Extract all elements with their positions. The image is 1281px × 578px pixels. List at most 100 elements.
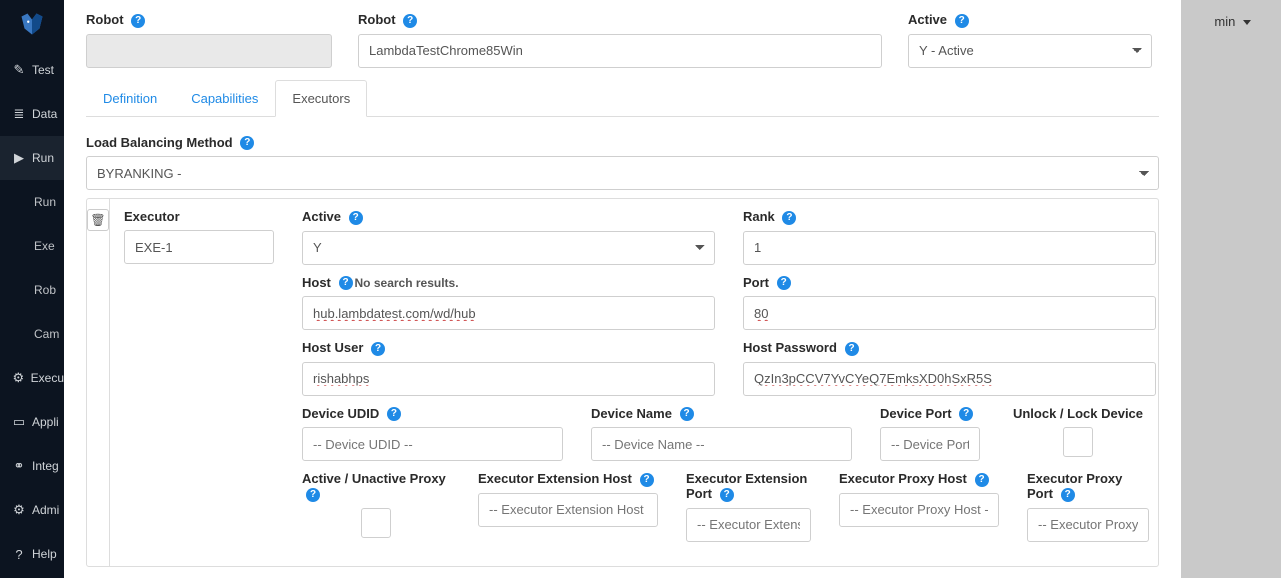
- nav-integrations[interactable]: ⚭ Integ: [0, 444, 64, 488]
- gear-icon: ⚙: [12, 370, 25, 386]
- nav-label: Admi: [32, 503, 59, 517]
- help-icon: ?: [12, 547, 26, 562]
- rank-label: Rank ?: [743, 209, 1156, 225]
- exec-active-label: Active ?: [302, 209, 715, 225]
- tab-definition[interactable]: Definition: [86, 80, 174, 116]
- wolf-logo-icon: [17, 9, 47, 39]
- exec-active-select[interactable]: Y: [302, 231, 715, 265]
- robot1-label: Robot ?: [86, 12, 332, 28]
- robot2-input[interactable]: [358, 34, 882, 68]
- help-icon[interactable]: ?: [959, 407, 973, 421]
- nav-label: Test: [32, 63, 54, 77]
- robot2-label: Robot ?: [358, 12, 882, 28]
- tab-capabilities[interactable]: Capabilities: [174, 80, 275, 116]
- executor-input[interactable]: [124, 230, 274, 264]
- tab-executors[interactable]: Executors: [275, 80, 367, 117]
- help-icon[interactable]: ?: [680, 407, 694, 421]
- nav-run-sub-rob[interactable]: Rob: [0, 268, 64, 312]
- nav-applications[interactable]: ▭ Appli: [0, 400, 64, 444]
- help-icon[interactable]: ?: [131, 14, 145, 28]
- nav-label: Appli: [32, 415, 59, 429]
- unlock-label: Unlock / Lock Device: [1013, 406, 1143, 421]
- nav-help[interactable]: ? Help: [0, 532, 64, 576]
- help-icon[interactable]: ?: [720, 488, 734, 502]
- unlock-checkbox[interactable]: [1063, 427, 1093, 457]
- hostuser-input[interactable]: [302, 362, 715, 396]
- user-menu[interactable]: min: [1214, 14, 1251, 29]
- nav-run-sub-run[interactable]: Run: [0, 180, 64, 224]
- nav-label: Help: [32, 547, 57, 561]
- pxhost-label: Executor Proxy Host ?: [839, 471, 999, 487]
- nav-admin[interactable]: ⚙ Admi: [0, 488, 64, 532]
- help-icon[interactable]: ?: [640, 473, 654, 487]
- help-icon[interactable]: ?: [845, 342, 859, 356]
- play-icon: ▶: [12, 150, 26, 166]
- user-menu-label: min: [1214, 14, 1235, 29]
- devname-label: Device Name ?: [591, 406, 852, 422]
- help-icon[interactable]: ?: [1061, 488, 1075, 502]
- modal-panel: Robot ? Robot ? Active ? Y - Active Defi…: [64, 0, 1181, 578]
- edit-icon: ✎: [12, 62, 26, 78]
- help-icon[interactable]: ?: [240, 136, 254, 150]
- help-icon[interactable]: ?: [371, 342, 385, 356]
- pxport-input[interactable]: [1027, 508, 1149, 542]
- hostpwd-label: Host Password ?: [743, 340, 1156, 356]
- hostpwd-input[interactable]: [743, 362, 1156, 396]
- help-icon[interactable]: ?: [955, 14, 969, 28]
- sidebar: ✎ Test ≣ Data ▶ Run Run Exe Rob Cam ⚙ Ex…: [0, 0, 64, 578]
- port-input[interactable]: [743, 296, 1156, 330]
- devport-input[interactable]: [880, 427, 980, 461]
- nav-label: Data: [32, 107, 57, 121]
- nav-label: Execu: [31, 371, 64, 385]
- port-label: Port ?: [743, 275, 1156, 291]
- cogs-icon: ⚙: [12, 502, 26, 518]
- proxyact-checkbox[interactable]: [361, 508, 391, 538]
- exhost-input[interactable]: [478, 493, 658, 527]
- exportport-label: Executor Extension Port ?: [686, 471, 811, 502]
- layers-icon: ≣: [12, 106, 26, 122]
- devport-label: Device Port ?: [880, 406, 980, 422]
- nav-label: Integ: [32, 459, 59, 473]
- tabs: Definition Capabilities Executors: [86, 80, 1159, 117]
- lb-label: Load Balancing Method ?: [86, 135, 1159, 151]
- trash-column: 🗑: [87, 199, 110, 566]
- rank-input[interactable]: [743, 231, 1156, 265]
- robot1-input: [86, 34, 332, 68]
- caret-down-icon: [1239, 14, 1251, 29]
- proxyact-label: Active / Unactive Proxy ?: [302, 471, 450, 502]
- help-icon[interactable]: ?: [975, 473, 989, 487]
- devname-input[interactable]: [591, 427, 852, 461]
- exportport-input[interactable]: [686, 508, 811, 542]
- pxhost-input[interactable]: [839, 493, 999, 527]
- trash-icon: 🗑: [90, 213, 105, 227]
- nav-executions[interactable]: ⚙ Execu: [0, 356, 64, 400]
- delete-executor-button[interactable]: 🗑: [87, 209, 109, 231]
- lb-select[interactable]: BYRANKING -: [86, 156, 1159, 190]
- host-label: Host ?No search results.: [302, 275, 715, 291]
- help-icon[interactable]: ?: [782, 211, 796, 225]
- host-input[interactable]: [302, 296, 715, 330]
- active-select[interactable]: Y - Active: [908, 34, 1152, 68]
- nav-run-sub-exe[interactable]: Exe: [0, 224, 64, 268]
- help-icon[interactable]: ?: [349, 211, 363, 225]
- laptop-icon: ▭: [12, 414, 26, 430]
- pxport-label: Executor Proxy Port ?: [1027, 471, 1149, 502]
- help-icon[interactable]: ?: [306, 488, 320, 502]
- udid-label: Device UDID ?: [302, 406, 563, 422]
- share-icon: ⚭: [12, 458, 26, 474]
- no-results-text: No search results.: [355, 276, 459, 290]
- help-icon[interactable]: ?: [339, 276, 353, 290]
- active-label: Active ?: [908, 12, 1152, 28]
- help-icon[interactable]: ?: [777, 276, 791, 290]
- help-icon[interactable]: ?: [403, 14, 417, 28]
- nav-test[interactable]: ✎ Test: [0, 48, 64, 92]
- nav-run-sub-cam[interactable]: Cam: [0, 312, 64, 356]
- udid-input[interactable]: [302, 427, 563, 461]
- executor-box: 🗑 Executor Active ? Y: [86, 198, 1159, 567]
- nav-data[interactable]: ≣ Data: [0, 92, 64, 136]
- exhost-label: Executor Extension Host ?: [478, 471, 658, 487]
- nav-run[interactable]: ▶ Run: [0, 136, 64, 180]
- help-icon[interactable]: ?: [387, 407, 401, 421]
- nav-label: Run: [32, 151, 54, 165]
- hostuser-label: Host User ?: [302, 340, 715, 356]
